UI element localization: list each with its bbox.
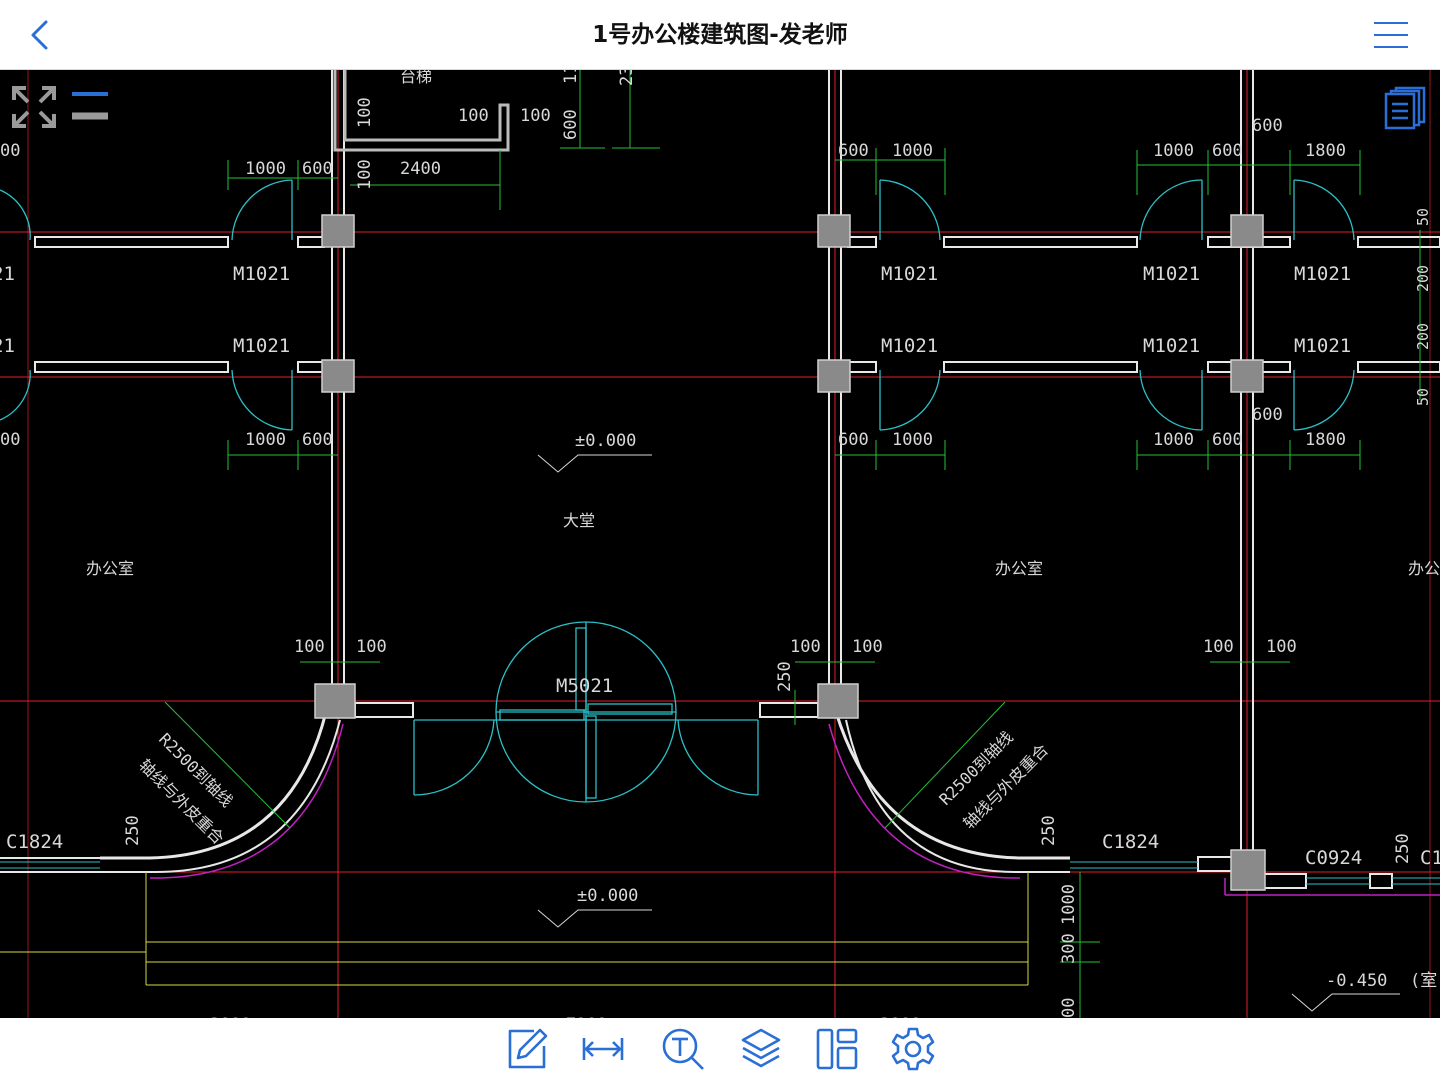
dim-text: 200	[1414, 265, 1432, 292]
window-label: C1824	[1102, 831, 1159, 853]
elevation-text: (室	[1410, 971, 1437, 991]
door-label: M1021	[233, 263, 290, 285]
dim-text: 100	[355, 97, 375, 128]
elevation-text: -0.450	[1326, 971, 1387, 991]
dim-text: 600	[838, 430, 869, 450]
door-label: M1021	[1143, 263, 1200, 285]
dim-text: 250	[1039, 815, 1059, 846]
dim-text: 00	[0, 141, 20, 161]
drawing-annotations: M1021 M1021 M1021 M1021 M1021 M1021 M102…	[0, 70, 1440, 1018]
dim-text: 100	[1203, 637, 1234, 657]
dim-text: 1000	[245, 430, 286, 450]
dim-text: 100	[294, 637, 325, 657]
window-label: C1	[1420, 847, 1440, 869]
window-label: C0924	[1305, 847, 1362, 869]
dim-text: 600	[1212, 141, 1243, 161]
door-label: M1021	[1294, 263, 1351, 285]
dim-text: 100	[356, 637, 387, 657]
layer-lines-icon[interactable]	[70, 88, 110, 124]
cad-drawing-canvas[interactable]: M1021 M1021 M1021 M1021 M1021 M1021 M102…	[0, 70, 1440, 1018]
dim-text: 250	[775, 661, 795, 692]
dim-text: 600	[302, 159, 333, 179]
room-label: 大堂	[563, 511, 595, 530]
dim-text: 00	[1059, 998, 1079, 1018]
door-label: M5021	[556, 675, 613, 697]
hamburger-menu-icon[interactable]	[1372, 18, 1410, 52]
dim-text: 600	[561, 109, 581, 140]
settings-icon[interactable]	[890, 1026, 936, 1072]
dim-text: 00	[0, 430, 20, 450]
stair-label: 台梯	[400, 70, 432, 86]
edit-icon[interactable]	[504, 1026, 550, 1072]
dim-text: 1000	[245, 159, 286, 179]
expand-arrows-icon[interactable]	[10, 84, 58, 130]
door-label: M1021	[233, 335, 290, 357]
door-label: M1021	[1294, 335, 1351, 357]
layers-icon[interactable]	[738, 1026, 784, 1072]
elevation-markers	[537, 454, 1400, 1012]
dim-text: 100	[790, 637, 821, 657]
dim-text: 1000	[1153, 430, 1194, 450]
room-label: 办公室	[86, 559, 134, 578]
layout-icon[interactable]	[814, 1026, 860, 1072]
bottom-toolbar	[0, 1018, 1440, 1080]
dim-text: 100	[1266, 637, 1297, 657]
entrance-steps	[0, 872, 1029, 986]
window-label: C1824	[6, 831, 63, 853]
dim-text: 100	[355, 159, 375, 190]
dim-text: 100	[520, 106, 551, 126]
dim-text: 1800	[1305, 141, 1346, 161]
page-title: 1号办公楼建筑图-发老师	[592, 22, 848, 48]
room-label: 办公室	[995, 559, 1043, 578]
dim-text: 1000	[1153, 141, 1194, 161]
dim-text: 21	[0, 335, 15, 357]
top-nav-bar: 1号办公楼建筑图-发老师	[0, 0, 1440, 70]
dim-text: 600	[1252, 116, 1283, 136]
dim-text: 11	[561, 70, 581, 84]
radius-note: 轴线与外皮重合	[135, 755, 228, 848]
chevron-left-icon[interactable]	[22, 16, 58, 54]
dim-text: 600	[1212, 430, 1243, 450]
elevation-text: ±0.000	[577, 886, 638, 906]
structural-columns	[314, 214, 1266, 891]
dim-text: 23	[617, 70, 637, 86]
dim-text: 50	[1414, 208, 1432, 226]
dim-text: 600	[1252, 405, 1283, 425]
door-label: M1021	[881, 263, 938, 285]
dim-text: 1000	[892, 430, 933, 450]
dim-text: 21	[0, 263, 15, 285]
dim-text: 600	[838, 141, 869, 161]
dim-text: 1800	[1305, 430, 1346, 450]
dim-text: 600	[302, 430, 333, 450]
dim-text: 250	[123, 815, 143, 846]
dim-text: 250	[1393, 833, 1413, 864]
walls	[0, 70, 1440, 889]
dim-text: 100	[852, 637, 883, 657]
door-label: M1021	[1143, 335, 1200, 357]
dim-text: 50	[1414, 388, 1432, 406]
elevation-text: ±0.000	[575, 431, 636, 451]
dim-text: 1000	[892, 141, 933, 161]
axis-lines	[0, 70, 1440, 1018]
text-search-icon[interactable]	[660, 1026, 706, 1072]
dim-text: 100	[458, 106, 489, 126]
document-stack-icon[interactable]	[1384, 86, 1428, 130]
door-label: M1021	[881, 335, 938, 357]
room-label: 办公室	[1408, 559, 1440, 578]
dim-text: 1000	[1059, 884, 1079, 925]
dim-text: 2400	[400, 159, 441, 179]
floor-plan-drawing[interactable]: M1021 M1021 M1021 M1021 M1021 M1021 M102…	[0, 70, 1440, 1018]
dim-text: 300	[1059, 933, 1079, 964]
measure-icon[interactable]	[580, 1026, 626, 1072]
windows	[0, 861, 1440, 885]
dim-text: 200	[1414, 323, 1432, 350]
